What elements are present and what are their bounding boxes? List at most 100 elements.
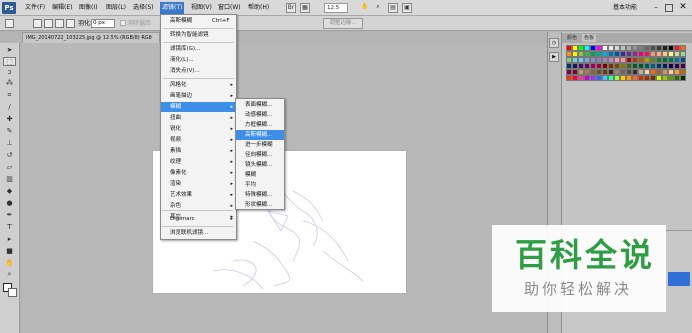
menu-item-smart-blur[interactable]: 特殊模糊... [236,190,284,200]
menu-item-digimarc[interactable]: Digimarc ▸ [161,214,236,224]
blur-tool-icon[interactable]: ◆ [3,187,16,196]
zoom-icon[interactable]: ⌕ [373,3,383,13]
filter-menu: 高斯模糊 Ctrl+F 转换为智能滤镜 滤镜库(G)... 液化(L)... 消… [160,14,237,240]
menu-view[interactable]: 视图(V) [189,2,214,14]
menu-item-filter-gallery[interactable]: 滤镜库(G)... [161,44,236,54]
menu-item-last-filter[interactable]: 高斯模糊 Ctrl+F [161,16,236,26]
subtract-selection-icon[interactable] [55,19,64,28]
dodge-tool-icon[interactable]: ● [3,199,16,208]
menu-item-radial-blur[interactable]: 径向模糊... [236,150,284,160]
menu-window[interactable]: 窗口(W) [216,2,243,14]
menu-item-blur[interactable]: 模糊 [236,170,284,180]
healing-brush-tool-icon[interactable]: ✚ [3,115,16,124]
screen-mode-icon[interactable]: ▣ [402,3,412,13]
menu-item-sketch[interactable]: 素描 ▸ [161,146,236,156]
menu-filter[interactable]: 滤镜(T) [160,2,185,14]
arrange-documents-icon[interactable]: ▤ [388,3,398,13]
magic-wand-tool-icon[interactable]: ⁂ [3,79,16,88]
menu-item-gaussian-blur[interactable]: 高斯模糊... [236,130,284,140]
submenu-arrow-icon: ▸ [230,93,233,99]
submenu-arrow-icon: ▸ [230,115,233,121]
new-selection-icon[interactable] [33,19,42,28]
tool-preset-icon[interactable] [5,19,14,28]
clone-stamp-tool-icon[interactable]: ⊥ [3,139,16,148]
hand-icon[interactable]: ✋ [360,3,370,13]
eyedropper-tool-icon[interactable]: ∕ [3,103,16,112]
type-tool-icon[interactable]: T [3,223,16,232]
menu-item-texture[interactable]: 纹理 ▸ [161,157,236,167]
selected-layer-row[interactable] [668,272,690,286]
menu-item-brush-strokes[interactable]: 画笔描边 ▸ [161,91,236,101]
menu-item-video[interactable]: 视频 ▸ [161,135,236,145]
menu-item-motion-blur[interactable]: 动感模糊... [236,110,284,120]
menu-item-distort[interactable]: 扭曲 ▸ [161,113,236,123]
crop-tool-icon[interactable]: ⌗ [3,91,16,100]
tab-swatches[interactable]: 色板 [582,34,597,42]
antialias-checkbox[interactable] [120,20,126,26]
minimize-icon[interactable]: – [652,4,660,12]
menu-separator [163,78,234,79]
menu-image[interactable]: 图像(I) [77,2,99,14]
submenu-arrow-icon: ▸ [230,159,233,165]
menu-item-sharpen[interactable]: 锐化 ▸ [161,124,236,134]
menu-item-lens-blur[interactable]: 镜头模糊... [236,160,284,170]
menu-item-blur-more[interactable]: 进一步模糊 [236,140,284,150]
menu-layer[interactable]: 图层(L) [104,2,128,14]
submenu-arrow-icon: ▸ [230,170,233,176]
submenu-arrow-icon: ▸ [230,148,233,154]
background-color-swatch[interactable] [8,288,17,297]
menu-item-liquify[interactable]: 液化(L)... [161,55,236,65]
menu-item-vanishing-point[interactable]: 消失点(V)... [161,66,236,76]
refine-edge-button[interactable]: 调整边缘... [323,18,363,29]
menu-item-surface-blur[interactable]: 表面模糊... [236,100,284,110]
menu-help[interactable]: 帮助(H) [246,2,271,14]
move-tool-icon[interactable]: ➤ [3,46,16,55]
marquee-tool-icon[interactable]: ⬚ [3,57,16,66]
submenu-arrow-icon: ▸ [230,137,233,143]
menu-file[interactable]: 文件(F) [23,2,47,14]
menu-item-stylize[interactable]: 风格化 ▸ [161,80,236,90]
brush-tool-icon[interactable]: ✎ [3,127,16,136]
maximize-icon[interactable] [665,4,673,12]
menu-item-browse-online-filters[interactable]: 浏览联机滤镜... [161,228,236,238]
color-swatch[interactable] [680,75,686,81]
add-selection-icon[interactable] [44,19,53,28]
menu-item-render[interactable]: 渲染 ▸ [161,179,236,189]
history-brush-tool-icon[interactable]: ↺ [3,151,16,160]
photoshop-logo: Ps [2,2,16,14]
menu-item-blur[interactable]: 模糊 ▸ [161,102,236,112]
eraser-tool-icon[interactable]: ▱ [3,163,16,172]
tab-color[interactable]: 颜色 [565,34,579,42]
zoom-tool-icon[interactable]: ⌕ [3,270,16,279]
gradient-tool-icon[interactable]: ▥ [3,175,16,184]
menu-item-average[interactable]: 平均 [236,180,284,190]
submenu-arrow-icon: ▸ [230,82,233,88]
minibridge-icon[interactable]: ▦ [300,3,310,13]
shape-tool-icon[interactable]: ■ [3,247,16,256]
history-panel-icon[interactable]: ◷ [549,38,559,48]
submenu-arrow-icon: ▸ [230,216,233,222]
menu-item-box-blur[interactable]: 方框模糊... [236,120,284,130]
swatch-grid [566,45,688,81]
menu-item-pixelate[interactable]: 像素化 ▸ [161,168,236,178]
menu-separator [162,210,233,211]
zoom-level-field[interactable]: 12.5 [324,3,348,13]
lasso-tool-icon[interactable]: ↄ [3,68,16,77]
actions-panel-icon[interactable]: ▶ [549,52,559,62]
watermark-title: 百科全说 [515,236,656,274]
submenu-arrow-icon: ▸ [230,126,233,132]
menu-edit[interactable]: 编辑(E) [50,2,74,14]
menu-select[interactable]: 选择(S) [131,2,156,14]
bridge-icon[interactable]: Br [286,3,296,13]
menu-item-artistic[interactable]: 艺术效果 ▸ [161,190,236,200]
feather-input[interactable]: 0 px [91,19,115,28]
document-tab[interactable]: IMG_20140722_103225.jpg @ 12.5% (RGB/8) … [22,32,160,43]
intersect-selection-icon[interactable] [66,19,75,28]
workspace-switcher[interactable]: 基本功能 [613,2,637,14]
menu-item-shape-blur[interactable]: 形状模糊... [236,200,284,210]
menu-item-convert-smart-filter[interactable]: 转换为智能滤镜 [161,30,236,40]
close-icon[interactable]: ✕ [678,2,688,12]
hand-tool-icon[interactable]: ✋ [3,259,16,268]
path-selection-tool-icon[interactable]: ▸ [3,235,16,244]
pen-tool-icon[interactable]: ✒ [3,211,16,220]
